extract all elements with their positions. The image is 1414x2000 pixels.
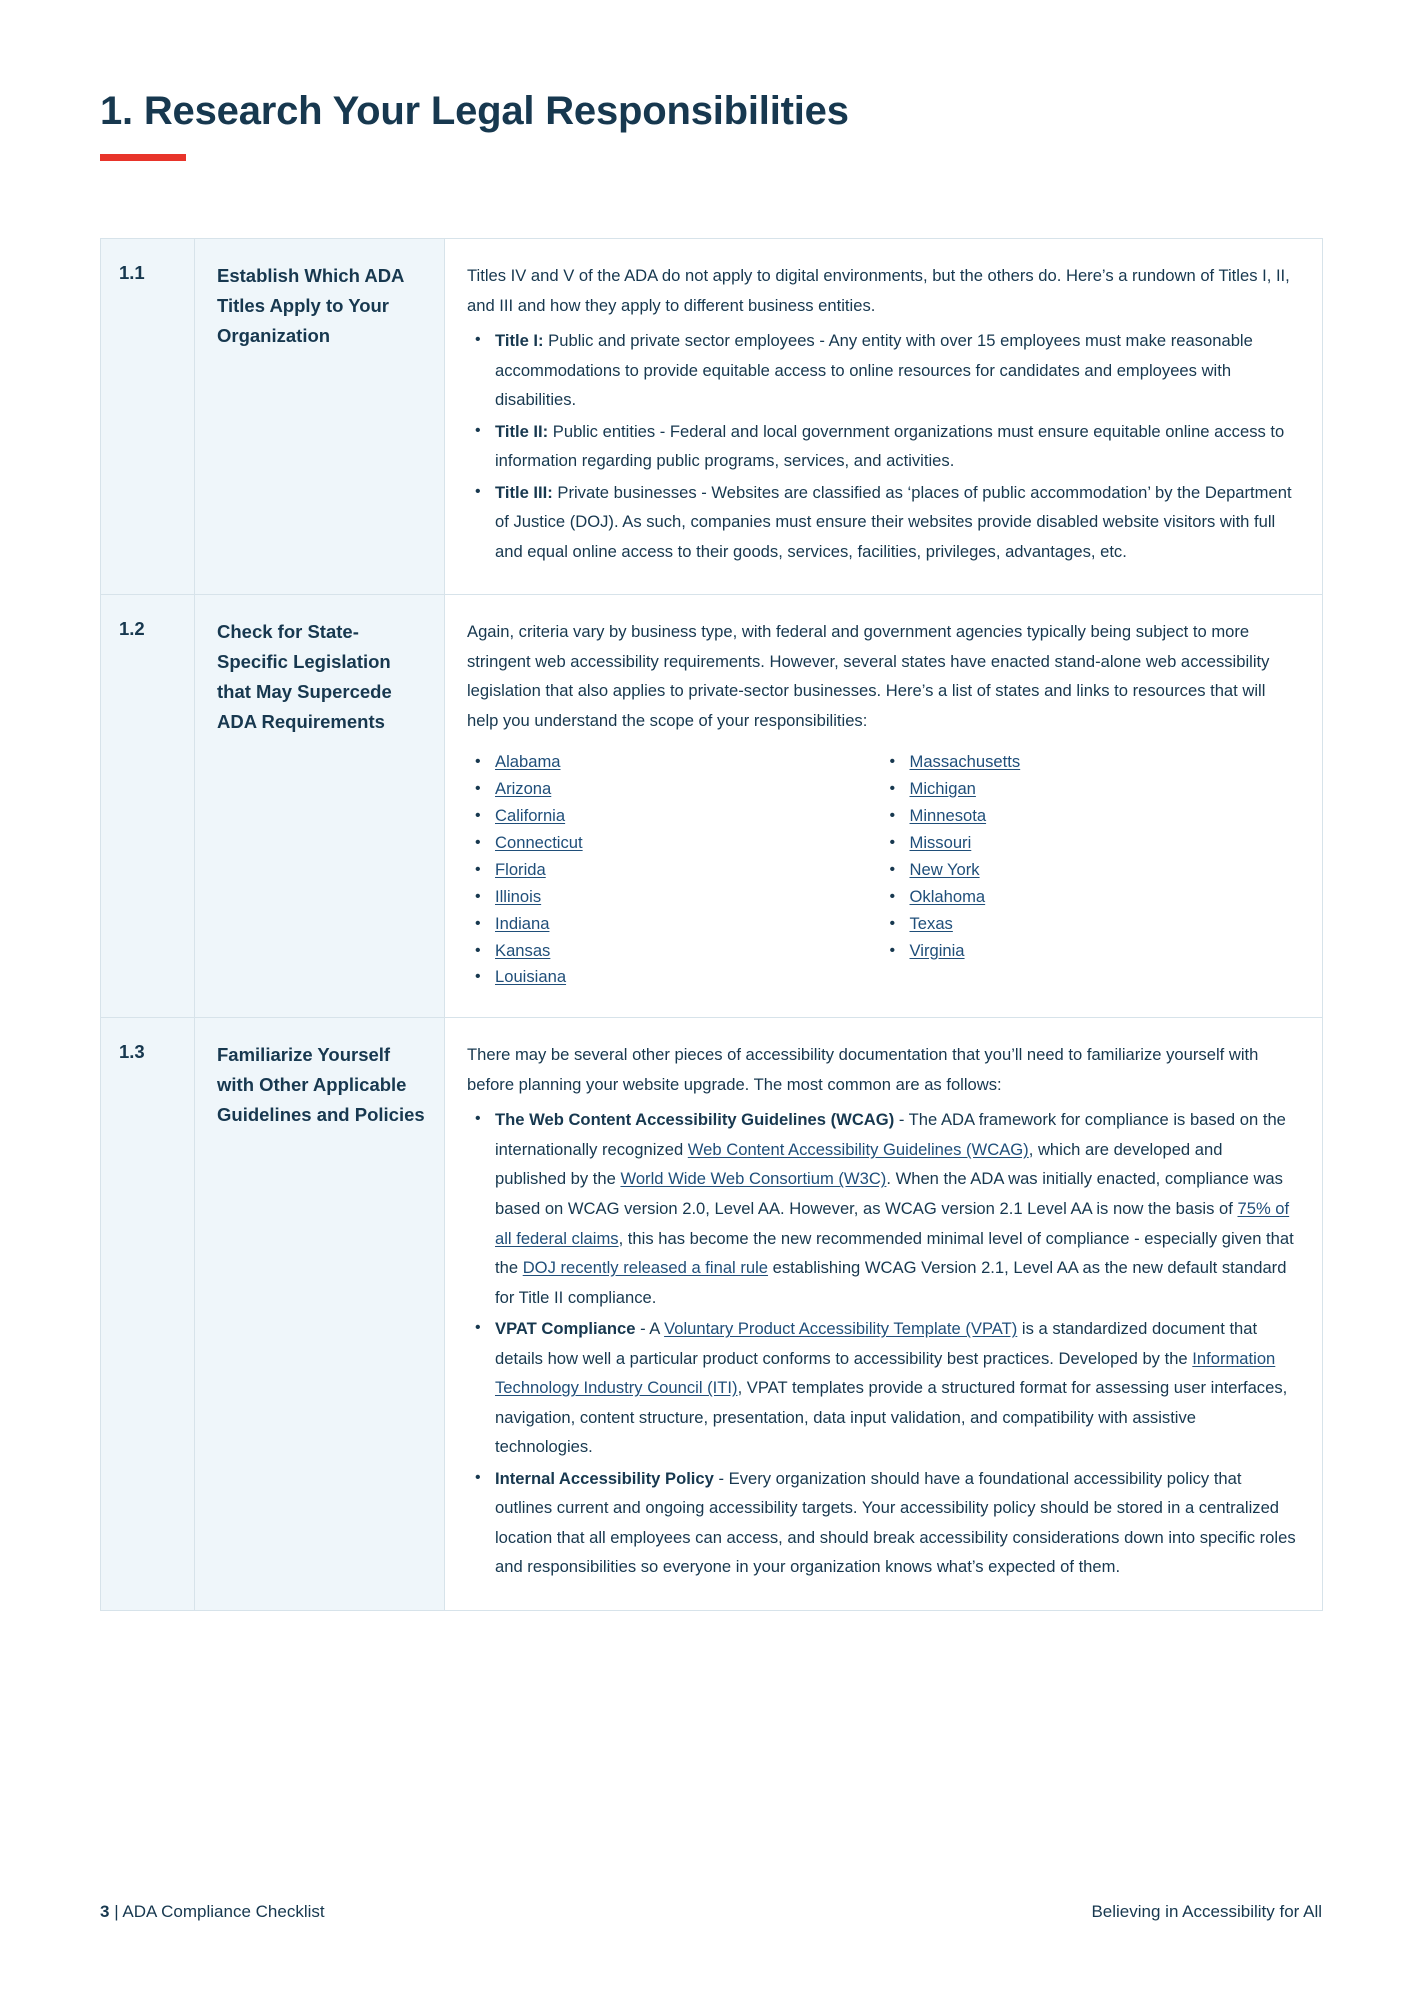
bullet-text: Public entities - Federal and local gove… [495,421,1285,471]
row-intro-paragraph: Again, criteria vary by business type, w… [467,622,1270,730]
state-link[interactable]: Massachusetts [910,752,1021,771]
table-row: 1.3 Familiarize Yourself with Other Appl… [100,1017,1323,1611]
row-label: Familiarize Yourself with Other Applicab… [217,1044,425,1126]
row-intro-paragraph: Titles IV and V of the ADA do not apply … [467,266,1290,315]
state-link[interactable]: Kansas [495,941,550,960]
list-item: Texas [882,911,1297,938]
title-block: 1. Research Your Legal Responsibilities [100,88,1330,161]
state-link[interactable]: Oklahoma [910,887,986,906]
state-link[interactable]: Michigan [910,779,976,798]
row-body: There may be several other pieces of acc… [445,1018,1322,1610]
row-number: 1.2 [119,618,145,640]
list-item: Kansas [467,938,882,965]
state-link[interactable]: New York [910,860,980,879]
table-row: 1.2 Check for State-Specific Legislation… [100,594,1323,1019]
list-item: New York [882,857,1297,884]
list-item: Massachusetts [882,749,1297,776]
state-link[interactable]: Missouri [910,833,972,852]
state-link[interactable]: Louisiana [495,967,566,986]
row-label: Check for State-Specific Legislation tha… [217,621,392,733]
list-item: Arizona [467,776,882,803]
bullet-lead: Internal Accessibility Policy [495,1468,714,1488]
list-item: VPAT Compliance - A Voluntary Product Ac… [467,1314,1296,1462]
document-page: 1. Research Your Legal Responsibilities … [0,0,1414,2000]
bullet-lead: Title III: [495,482,553,502]
footer-separator: | [109,1902,123,1921]
list-item: Illinois [467,884,882,911]
list-item: Alabama [467,749,882,776]
state-link[interactable]: Virginia [910,941,965,960]
state-link[interactable]: Connecticut [495,833,583,852]
state-link[interactable]: Illinois [495,887,541,906]
list-item: Title II: Public entities - Federal and … [467,417,1296,476]
row-body-cell: Again, criteria vary by business type, w… [444,594,1323,1019]
bullet-lead: VPAT Compliance [495,1319,636,1339]
state-links-columns: Alabama Arizona California Connecticut Flori… [467,749,1296,991]
row-body: Titles IV and V of the ADA do not apply … [445,239,1322,594]
list-item: Louisiana [467,964,882,991]
state-link[interactable]: Texas [910,914,953,933]
row-body: Again, criteria vary by business type, w… [445,595,1322,1017]
bullet-text: Private businesses - Websites are classi… [495,482,1292,561]
state-link[interactable]: Minnesota [910,806,987,825]
row-number-cell: 1.2 [100,594,195,1019]
row-body-cell: Titles IV and V of the ADA do not apply … [444,237,1323,596]
row-label-cell: Establish Which ADA Titles Apply to Your… [194,237,445,596]
titles-bullet-list: Title I: Public and private sector emplo… [467,326,1296,566]
row-number-cell: 1.3 [100,1017,195,1611]
list-item: Title I: Public and private sector emplo… [467,326,1296,415]
bullet-text: Public and private sector employees - An… [495,331,1253,410]
list-item: Minnesota [882,803,1297,830]
state-link[interactable]: Alabama [495,752,561,771]
footer-tagline: Believing in Accessibility for All [1091,1902,1322,1921]
row-number-cell: 1.1 [100,237,195,596]
inline-link[interactable]: World Wide Web Consortium (W3C) [620,1169,886,1188]
bullet-lead: The Web Content Accessibility Guidelines… [495,1110,895,1130]
table-row: 1.1 Establish Which ADA Titles Apply to … [100,237,1323,596]
row-number: 1.3 [119,1041,145,1063]
state-list-right: Massachusetts Michigan Minnesota Missouri Ne… [882,749,1297,964]
list-item: Virginia [882,938,1297,965]
list-item: The Web Content Accessibility Guidelines… [467,1105,1296,1312]
page-title: 1. Research Your Legal Responsibilities [100,89,849,133]
page-footer: 3 | ADA Compliance Checklist Believing i… [100,1902,1322,1922]
state-link[interactable]: California [495,806,565,825]
title-accent-rule [100,154,186,161]
list-item: Indiana [467,911,882,938]
inline-link[interactable]: Voluntary Product Accessibility Template… [664,1319,1017,1338]
row-label: Establish Which ADA Titles Apply to Your… [217,265,404,346]
list-item: Florida [467,857,882,884]
inline-link[interactable]: Web Content Accessibility Guidelines (WC… [688,1140,1029,1159]
row-label-cell: Check for State-Specific Legislation tha… [194,594,445,1019]
inline-link[interactable]: DOJ recently released a final rule [523,1258,768,1277]
state-link[interactable]: Indiana [495,914,549,933]
list-item: Internal Accessibility Policy - Every or… [467,1464,1296,1582]
list-item: Oklahoma [882,884,1297,911]
list-item: Michigan [882,776,1297,803]
bullet-text: - A [635,1319,665,1339]
state-link[interactable]: Arizona [495,779,551,798]
bullet-lead: Title II: [495,421,549,441]
checklist-table: 1.1 Establish Which ADA Titles Apply to … [100,237,1323,1611]
list-item: Title III: Private businesses - Websites… [467,478,1296,567]
list-item: California [467,803,882,830]
guidelines-bullet-list: The Web Content Accessibility Guidelines… [467,1105,1296,1582]
row-number: 1.1 [119,262,145,283]
bullet-lead: Title I: [495,331,544,351]
state-link[interactable]: Florida [495,860,546,879]
state-links-right-column: Massachusetts Michigan Minnesota Missouri Ne… [882,749,1297,991]
list-item: Connecticut [467,830,882,857]
row-label-cell: Familiarize Yourself with Other Applicab… [194,1017,445,1611]
row-body-cell: There may be several other pieces of acc… [444,1017,1323,1611]
footer-document-name: ADA Compliance Checklist [122,1902,325,1921]
state-list-left: Alabama Arizona California Connecticut Flori… [467,749,882,991]
list-item: Missouri [882,830,1297,857]
state-links-left-column: Alabama Arizona California Connecticut Flori… [467,749,882,991]
row-intro-paragraph: There may be several other pieces of acc… [467,1045,1259,1094]
footer-left: 3 | ADA Compliance Checklist [100,1902,325,1922]
checklist-table-body: 1.1 Establish Which ADA Titles Apply to … [100,237,1323,1611]
